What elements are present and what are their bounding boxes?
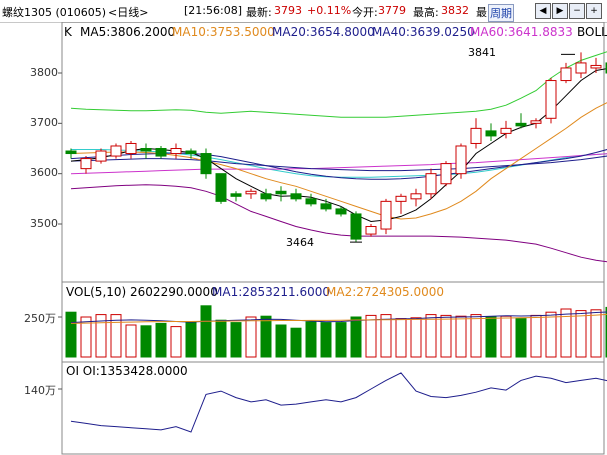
- boll-upper-line: [70, 51, 607, 118]
- vol-ma1-line: [70, 311, 607, 324]
- ma10-line: [70, 102, 607, 220]
- candle-body: [245, 190, 257, 195]
- volume-bar: [485, 316, 497, 358]
- candle-body: [185, 150, 197, 155]
- candle-body: [575, 62, 587, 74]
- candle-body: [515, 122, 527, 127]
- volume-bar: [515, 318, 527, 358]
- open-label: 今开:: [352, 6, 378, 19]
- quote-header: 螺纹1305 (010605) <日线> [21:56:08] 最新: 3793…: [0, 0, 607, 23]
- volume-bar: [125, 324, 137, 358]
- candle-body: [545, 80, 557, 119]
- volume-bar: [65, 311, 77, 358]
- volume-bar: [185, 321, 197, 358]
- volume-bar: [305, 321, 317, 358]
- candle-body: [425, 173, 437, 195]
- last-label: 最新:: [246, 6, 272, 19]
- volume-bar: [245, 316, 257, 358]
- volume-bar: [290, 327, 302, 358]
- candle-body: [260, 193, 272, 200]
- volume-bar: [590, 309, 602, 358]
- candle-body: [500, 127, 512, 134]
- candle-body: [410, 193, 422, 200]
- candle-body: [215, 173, 227, 202]
- period-label[interactable]: <日线>: [108, 4, 148, 20]
- zoom-in-icon[interactable]: +: [586, 3, 602, 19]
- boll-lower-line: [70, 184, 607, 263]
- candle-body: [470, 127, 482, 144]
- candle-body: [335, 208, 347, 215]
- volume-bar: [455, 315, 467, 358]
- volume-bar: [425, 314, 437, 358]
- volume-bar: [335, 322, 347, 358]
- candle-body: [560, 67, 572, 82]
- volume-bar: [170, 326, 182, 358]
- volume-bar: [380, 314, 392, 358]
- volume-bar: [440, 314, 452, 358]
- candle-body: [590, 64, 602, 69]
- volume-bar: [470, 314, 482, 358]
- candle-body: [350, 213, 362, 240]
- high-label: 最高:: [413, 6, 439, 19]
- candle-body: [380, 200, 392, 230]
- candle-body: [365, 226, 377, 235]
- volume-bar: [155, 322, 167, 358]
- candle-body: [320, 203, 332, 210]
- volume-bar: [545, 311, 557, 358]
- high-value: 3832: [441, 4, 469, 17]
- candle-body: [230, 193, 242, 197]
- instrument-name: 螺纹1305 (010605): [2, 6, 107, 19]
- candle-body: [290, 193, 302, 200]
- volume-bar: [350, 316, 362, 358]
- volume-bar: [410, 317, 422, 358]
- volume-bar: [500, 315, 512, 358]
- candle-body: [440, 163, 452, 185]
- price-chart[interactable]: [0, 22, 607, 455]
- extra-label: 最: [476, 6, 487, 19]
- candle-body: [455, 145, 467, 175]
- volume-bar: [575, 310, 587, 358]
- oi-panel-frame: [61, 361, 605, 455]
- volume-bar: [365, 314, 377, 358]
- last-value: 3793: [274, 4, 302, 17]
- volume-bar: [260, 315, 272, 358]
- candle-body: [275, 190, 287, 195]
- candle-body: [305, 198, 317, 205]
- candle-body: [80, 158, 92, 170]
- volume-bar: [215, 319, 227, 358]
- oi-line: [70, 372, 607, 433]
- candle-body: [125, 142, 137, 155]
- volume-bar: [110, 314, 122, 358]
- open-value: 3779: [378, 4, 406, 17]
- candle-body: [65, 150, 77, 155]
- candle-body: [200, 153, 212, 175]
- candle-body: [140, 148, 152, 152]
- volume-bar: [530, 314, 542, 358]
- period-button[interactable]: 周期: [488, 4, 514, 22]
- next-arrow-icon[interactable]: ▶: [552, 3, 568, 19]
- candle-body: [170, 148, 182, 155]
- candle-body: [395, 195, 407, 202]
- candle-body: [485, 130, 497, 137]
- volume-bar: [275, 324, 287, 358]
- candle-body: [110, 145, 122, 157]
- zoom-out-icon[interactable]: −: [569, 3, 585, 19]
- volume-bar: [320, 322, 332, 358]
- candle-body: [530, 120, 542, 124]
- volume-bar: [395, 318, 407, 358]
- ma5-line: [70, 68, 607, 223]
- change-percent: +0.11%: [307, 4, 352, 17]
- candle-body: [155, 148, 167, 157]
- candle-body: [95, 150, 107, 162]
- volume-bar: [140, 325, 152, 358]
- volume-bar: [200, 305, 212, 358]
- prev-arrow-icon[interactable]: ◀: [535, 3, 551, 19]
- time-display: [21:56:08]: [184, 4, 242, 17]
- volume-bar: [230, 322, 242, 358]
